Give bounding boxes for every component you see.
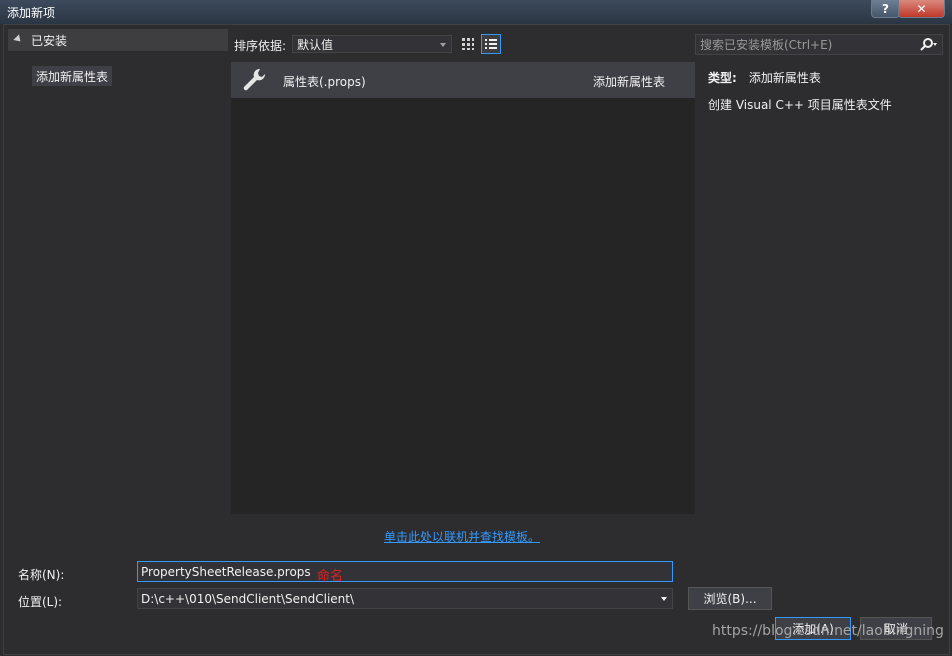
name-label: 名称(N): <box>18 568 65 582</box>
close-button[interactable]: ✕ <box>898 0 945 18</box>
sort-value: 默认值 <box>297 37 334 52</box>
name-input[interactable] <box>137 561 673 582</box>
location-label: 位置(L): <box>18 595 63 609</box>
detail-description: 创建 Visual C++ 项目属性表文件 <box>708 98 892 112</box>
installed-node[interactable]: 已安装 <box>8 29 228 51</box>
watermark: https://blog.csdn.net/laobingning <box>712 623 944 639</box>
search-icon <box>920 37 937 51</box>
title-bar: 添加新项 ? ✕ <box>0 0 952 24</box>
installed-label: 已安装 <box>31 33 68 48</box>
location-dropdown[interactable]: D:\c++\010\SendClient\SendClient\ <box>137 588 673 609</box>
expand-triangle-icon[interactable] <box>13 34 24 45</box>
template-list: 属性表(.props) 添加新属性表 <box>231 62 695 514</box>
chevron-down-icon <box>661 597 667 601</box>
template-details: 类型: 添加新属性表 创建 Visual C++ 项目属性表文件 <box>708 69 948 113</box>
search-button[interactable] <box>916 35 942 54</box>
detail-type-value: 添加新属性表 <box>748 71 821 85</box>
wrench-icon <box>243 68 266 91</box>
template-row[interactable]: 属性表(.props) 添加新属性表 <box>231 62 695 98</box>
grid-view-icon <box>462 38 474 50</box>
search-input[interactable] <box>696 34 916 55</box>
list-view-icon <box>485 39 497 49</box>
form-area: 名称(N): 命名 位置(L): D:\c++\010\SendClient\S… <box>4 549 949 654</box>
category-tree: 已安装 添加新属性表 <box>8 29 228 541</box>
tree-item-label: 添加新属性表 <box>36 69 109 84</box>
dialog-body: 已安装 添加新属性表 排序依据: 默认值 搜索已安装模板(Ctrl+E) 属性表… <box>3 24 950 655</box>
sort-dropdown[interactable]: 默认值 <box>292 35 452 53</box>
name-annotation: 命名 <box>317 569 344 584</box>
template-type: 添加新属性表 <box>593 75 666 89</box>
detail-type-label: 类型: <box>708 71 737 85</box>
grid-view-button[interactable] <box>458 34 478 54</box>
online-templates-link[interactable]: 单击此处以联机并查找模板。 <box>384 528 540 545</box>
list-view-button[interactable] <box>481 34 501 54</box>
close-icon: ✕ <box>916 1 927 16</box>
location-value: D:\c++\010\SendClient\SendClient\ <box>141 591 355 606</box>
detail-type-row: 类型: 添加新属性表 <box>708 69 948 86</box>
help-icon: ? <box>882 1 889 16</box>
template-name: 属性表(.props) <box>283 75 366 89</box>
tree-item-add-property-sheet[interactable]: 添加新属性表 <box>32 66 113 86</box>
chevron-down-icon <box>440 43 446 47</box>
window-title: 添加新项 <box>7 6 56 20</box>
search-box <box>695 34 943 55</box>
sort-label: 排序依据: <box>234 39 287 53</box>
browse-button[interactable]: 浏览(B)... <box>688 587 772 610</box>
help-button[interactable]: ? <box>871 0 900 18</box>
